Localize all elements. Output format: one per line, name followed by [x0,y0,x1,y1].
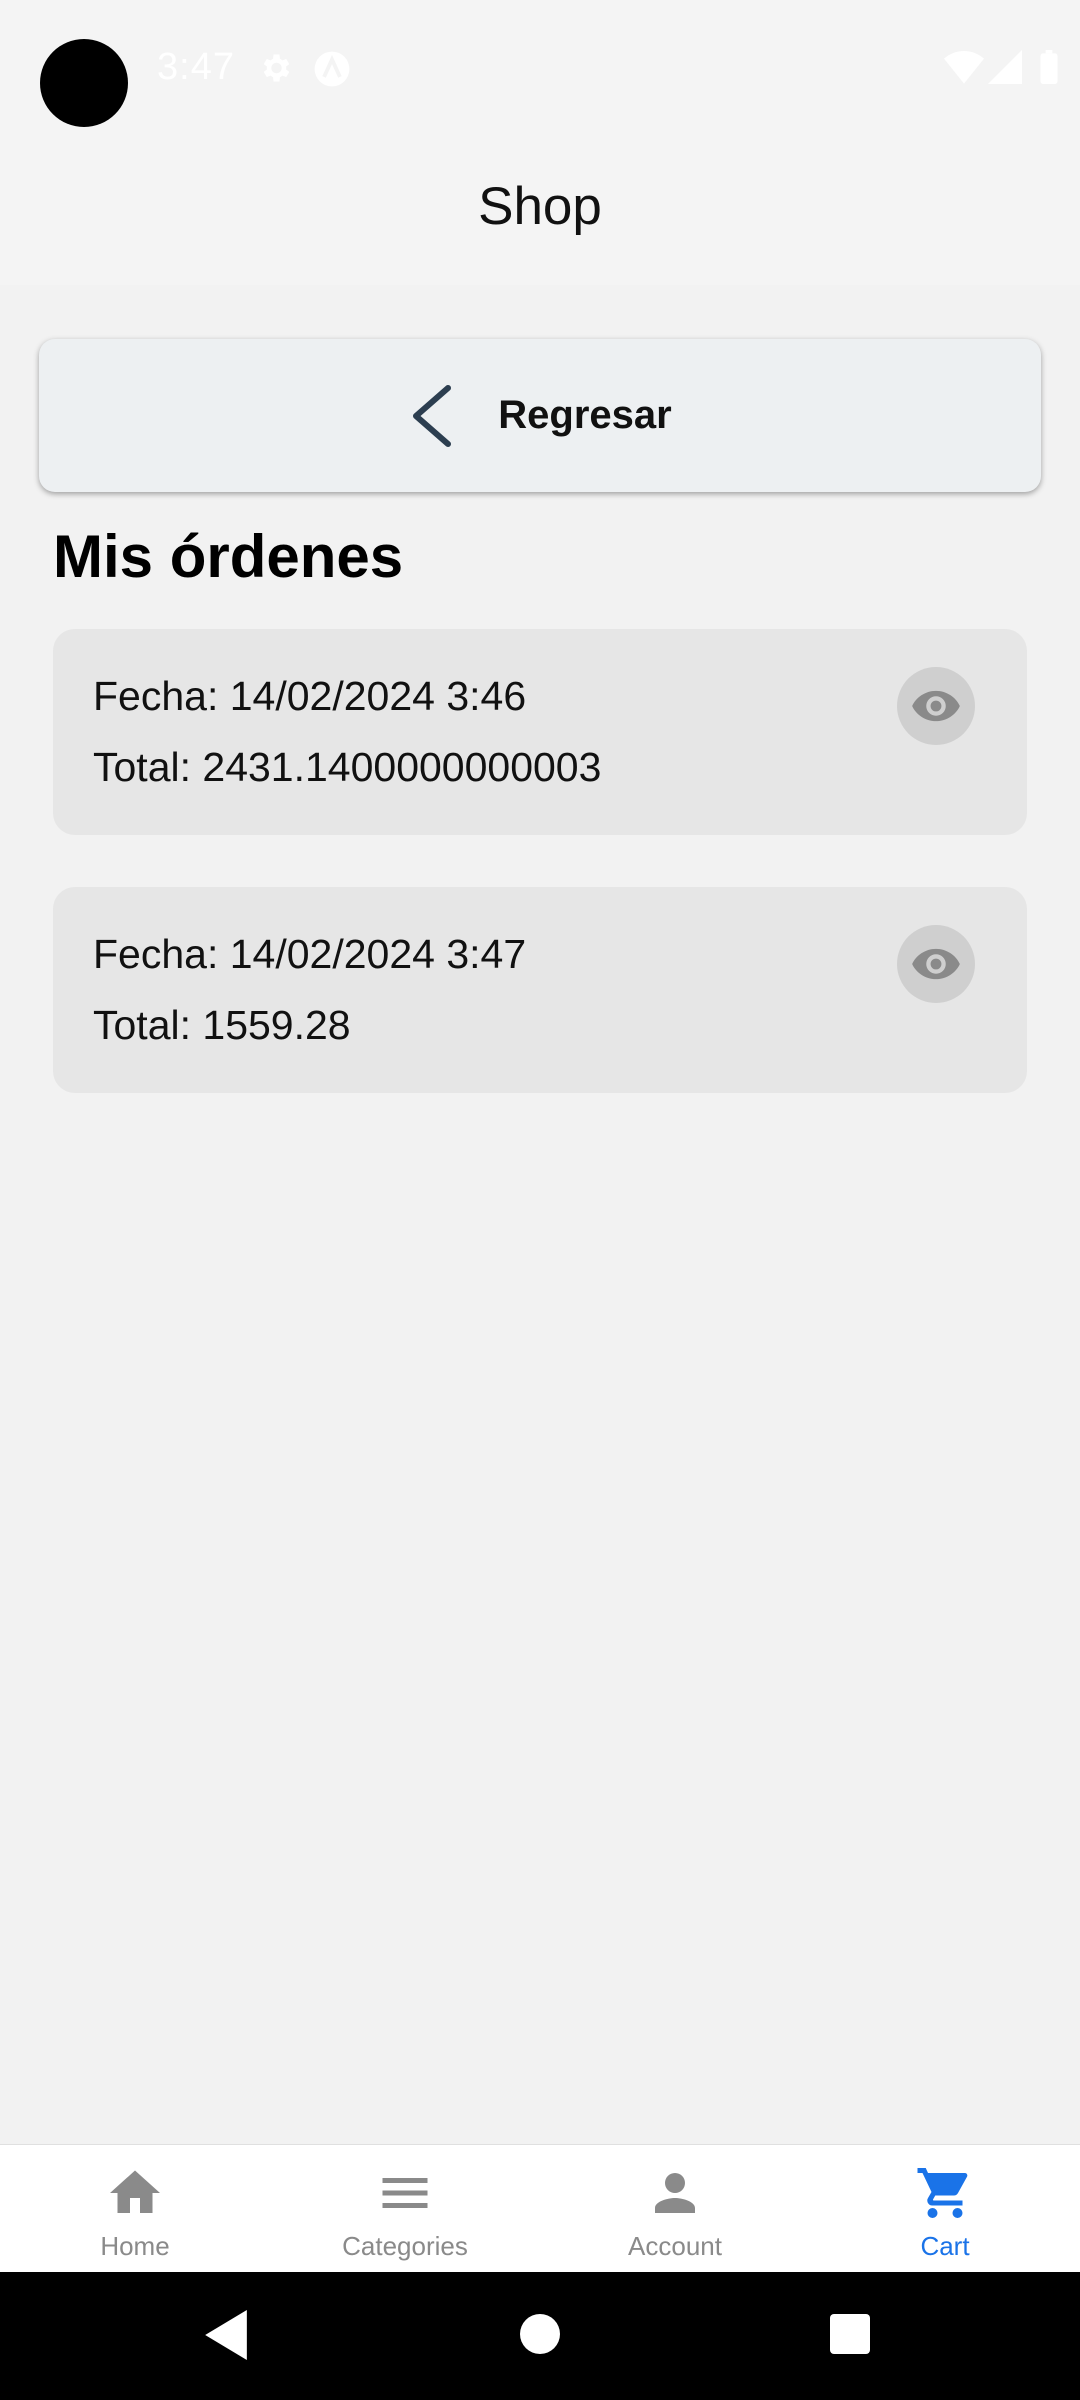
order-card: Fecha: 14/02/2024 3:46 Total: 2431.14000… [53,629,1027,835]
battery-icon [1040,50,1058,89]
back-triangle-icon[interactable] [205,2310,247,2365]
signal-icon [988,50,1022,89]
nav-item-account[interactable]: Account [540,2145,810,2273]
nav-item-categories[interactable]: Categories [270,2145,540,2273]
view-order-button[interactable] [897,925,975,1003]
cart-icon [917,2168,968,2218]
status-bar: 3:47 [0,0,1080,135]
order-card: Fecha: 14/02/2024 3:47 Total: 1559.28 [53,887,1027,1093]
menu-icon [382,2178,428,2208]
nav-label-cart: Cart [920,2231,970,2261]
settings-icon [257,50,293,91]
order-total: Total: 2431.1400000000003 [93,744,602,790]
app-header: Shop [0,135,1080,285]
home-icon [110,2170,160,2213]
nav-label-home: Home [100,2231,170,2261]
status-time: 3:47 [157,46,235,88]
chevron-left-icon [413,384,452,447]
order-date: Fecha: 14/02/2024 3:47 [93,931,527,977]
nav-item-cart[interactable]: Cart [810,2145,1080,2273]
order-date: Fecha: 14/02/2024 3:46 [93,673,527,719]
view-order-button[interactable] [897,667,975,745]
home-circle-icon[interactable] [520,2314,560,2359]
back-button[interactable]: Regresar [39,339,1041,492]
recents-square-icon[interactable] [830,2314,870,2359]
system-nav-bar [0,2272,1080,2400]
nav-item-home[interactable]: Home [0,2145,270,2273]
order-total: Total: 1559.28 [93,1002,351,1048]
nav-label-account: Account [628,2231,722,2261]
page-title: Mis órdenes [53,523,404,590]
person-icon [655,2173,695,2213]
wifi-icon [944,50,984,89]
eye-icon [912,948,960,980]
nav-label-categories: Categories [342,2231,468,2261]
bottom-nav: Home Categories Account Cart [0,2144,1080,2273]
back-button-label: Regresar [498,393,672,437]
camera-cutout [40,39,128,127]
a-logo-icon [313,50,351,93]
eye-icon [912,690,960,722]
app-title: Shop [478,176,602,236]
